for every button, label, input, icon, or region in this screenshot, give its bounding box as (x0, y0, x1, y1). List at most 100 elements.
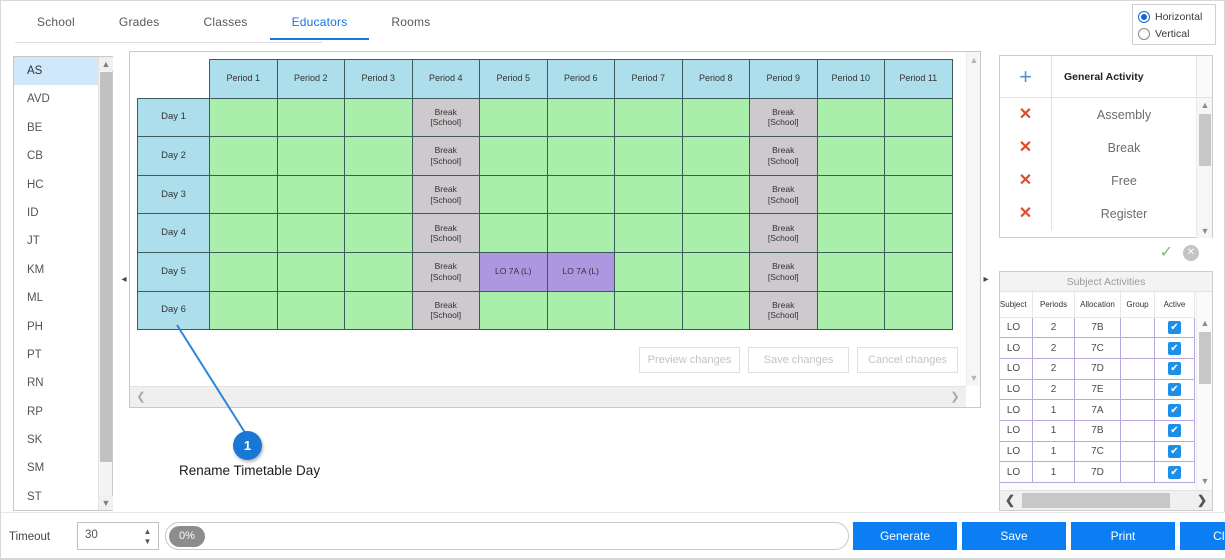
timetable-cell-free[interactable] (681, 251, 750, 292)
timetable-cell-free[interactable] (546, 213, 615, 253)
timetable-cell-break[interactable]: Break [School] (411, 97, 480, 138)
subject-activities-horizontal-scrollbar[interactable]: ❮ ❯ (1000, 490, 1212, 510)
timetable-scroll-up-icon[interactable]: ▲ (967, 53, 981, 67)
day-header-4[interactable]: Day 4 (137, 213, 210, 253)
confirm-check-icon[interactable]: ✓ (1160, 245, 1173, 261)
timetable-cell-free[interactable] (276, 174, 345, 215)
preview-changes-button[interactable]: Preview changes (639, 347, 740, 373)
timetable-cell-free[interactable] (344, 251, 413, 292)
educator-list[interactable]: AS AVD BE CB HC ID JT KM ML PH PT RN RP SK SM ST (14, 57, 98, 510)
timetable-cell-free[interactable] (884, 213, 953, 253)
timeout-stepper[interactable]: 30 ▲ ▼ (77, 522, 159, 550)
ga-scrollbar-thumb[interactable] (1199, 114, 1211, 166)
educator-item-cb[interactable]: CB (14, 142, 98, 170)
period-header-8[interactable]: Period 8 (681, 59, 750, 99)
timetable-cell-free[interactable] (479, 97, 548, 138)
educator-item-be[interactable]: BE (14, 114, 98, 142)
timetable-horizontal-scrollbar[interactable]: ❮ ❯ (130, 386, 966, 407)
day-header-1[interactable]: Day 1 (137, 97, 210, 138)
timetable-scroll-right-icon[interactable]: ❯ (946, 387, 964, 407)
general-activity-name[interactable]: Free (1052, 174, 1196, 188)
save-button[interactable]: Save (962, 522, 1066, 550)
timetable-cell-break[interactable]: Break [School] (749, 251, 818, 292)
day-header-5[interactable]: Day 5 (137, 251, 210, 292)
column-header-group[interactable]: Group (1120, 292, 1155, 318)
save-changes-button[interactable]: Save changes (748, 347, 849, 373)
cell-allocation[interactable]: 7D (1074, 358, 1121, 380)
timetable-cell-free[interactable] (479, 213, 548, 253)
timetable-cell-free[interactable] (884, 174, 953, 215)
period-header-7[interactable]: Period 7 (614, 59, 683, 99)
educator-item-ml[interactable]: ML (14, 284, 98, 312)
timetable-cell-break[interactable]: Break [School] (749, 290, 818, 331)
timetable-cell-free[interactable] (209, 251, 278, 292)
timetable-grid[interactable]: Period 1 Period 2 Period 3 Period 4 Period 5… (137, 59, 953, 331)
column-header-active[interactable]: Active (1154, 292, 1195, 318)
collapse-right-panel-icon[interactable]: ▸ (979, 269, 993, 291)
timetable-cell-break[interactable]: Break [School] (749, 213, 818, 253)
cell-group[interactable] (1120, 461, 1155, 483)
active-checkbox[interactable]: ✔ (1168, 444, 1181, 458)
cell-subject[interactable]: LO (1000, 461, 1033, 483)
timeout-spinner-buttons[interactable]: ▲ ▼ (141, 525, 154, 548)
timetable-cell-break[interactable]: Break [School] (749, 136, 818, 176)
period-header-4[interactable]: Period 4 (411, 59, 480, 99)
timetable-cell-free[interactable] (546, 174, 615, 215)
timetable-cell-free[interactable] (344, 174, 413, 215)
vertical-radio-icon[interactable] (1138, 27, 1150, 40)
period-header-9[interactable]: Period 9 (749, 59, 818, 99)
timetable-cell-break[interactable]: Break [School] (411, 213, 480, 253)
delete-activity-icon[interactable]: ✕ (1000, 197, 1052, 230)
general-activity-scrollbar[interactable]: ▲ ▼ (1196, 98, 1212, 238)
cancel-changes-button[interactable]: Cancel changes (857, 347, 958, 373)
cancel-circle-icon[interactable]: ✕ (1183, 245, 1199, 261)
sa-scroll-left-icon[interactable]: ❮ (1002, 491, 1018, 510)
timetable-cell-free[interactable] (344, 290, 413, 331)
cell-subject[interactable]: LO (1000, 337, 1033, 359)
cell-periods[interactable]: 1 (1032, 441, 1075, 463)
scroll-up-icon[interactable]: ▲ (99, 57, 113, 71)
timetable-cell-free[interactable] (614, 136, 683, 176)
cell-periods[interactable]: 2 (1032, 379, 1075, 401)
educator-item-hc[interactable]: HC (14, 171, 98, 199)
timetable-cell-free[interactable] (344, 97, 413, 138)
timetable-cell-free[interactable] (614, 213, 683, 253)
timetable-cell-free[interactable] (614, 290, 683, 331)
column-header-periods[interactable]: Periods (1032, 292, 1075, 318)
scroll-down-icon[interactable]: ▼ (99, 496, 113, 510)
timetable-cell-break[interactable]: Break [School] (411, 251, 480, 292)
column-header-subject[interactable]: Subject (1000, 292, 1033, 318)
cell-periods[interactable]: 2 (1032, 358, 1075, 380)
generate-button[interactable]: Generate (853, 522, 957, 550)
cell-allocation[interactable]: 7A (1074, 399, 1121, 421)
delete-activity-icon[interactable]: ✕ (1000, 98, 1052, 131)
cell-periods[interactable]: 2 (1032, 337, 1075, 359)
timetable-cell-free[interactable] (479, 290, 548, 331)
timeout-value[interactable]: 30 (85, 529, 98, 541)
active-checkbox[interactable]: ✔ (1168, 403, 1181, 417)
timetable-scroll-down-icon[interactable]: ▼ (967, 371, 981, 385)
educator-item-ph[interactable]: PH (14, 313, 98, 341)
educator-item-as[interactable]: AS (14, 57, 98, 86)
cell-periods[interactable]: 1 (1032, 461, 1075, 483)
educator-item-sk[interactable]: SK (14, 426, 98, 454)
timetable-cell-free[interactable] (816, 251, 885, 292)
general-activity-list[interactable]: ✕ Assembly ✕ Break ✕ Free ✕ Register (1000, 98, 1196, 238)
day-header-3[interactable]: Day 3 (137, 174, 210, 215)
timetable-cell-free[interactable] (884, 251, 953, 292)
radio-option-vertical[interactable]: Vertical (1138, 25, 1210, 42)
tab-school[interactable]: School (15, 11, 97, 38)
radio-option-horizontal[interactable]: Horizontal (1138, 8, 1210, 25)
timetable-cell-free[interactable] (614, 251, 683, 292)
timetable-cell-free[interactable] (816, 97, 885, 138)
timetable-cell-free[interactable] (276, 213, 345, 253)
timetable-cell-free[interactable] (209, 97, 278, 138)
add-general-activity-icon[interactable]: + (1000, 56, 1052, 97)
educator-item-rp[interactable]: RP (14, 398, 98, 426)
cell-subject[interactable]: LO (1000, 317, 1033, 339)
timetable-cell-break[interactable]: Break [School] (411, 290, 480, 331)
cell-group[interactable] (1120, 358, 1155, 380)
tab-educators[interactable]: Educators (269, 11, 370, 40)
timetable-cell-free[interactable] (681, 290, 750, 331)
timeout-decrement-icon[interactable]: ▼ (141, 537, 154, 547)
